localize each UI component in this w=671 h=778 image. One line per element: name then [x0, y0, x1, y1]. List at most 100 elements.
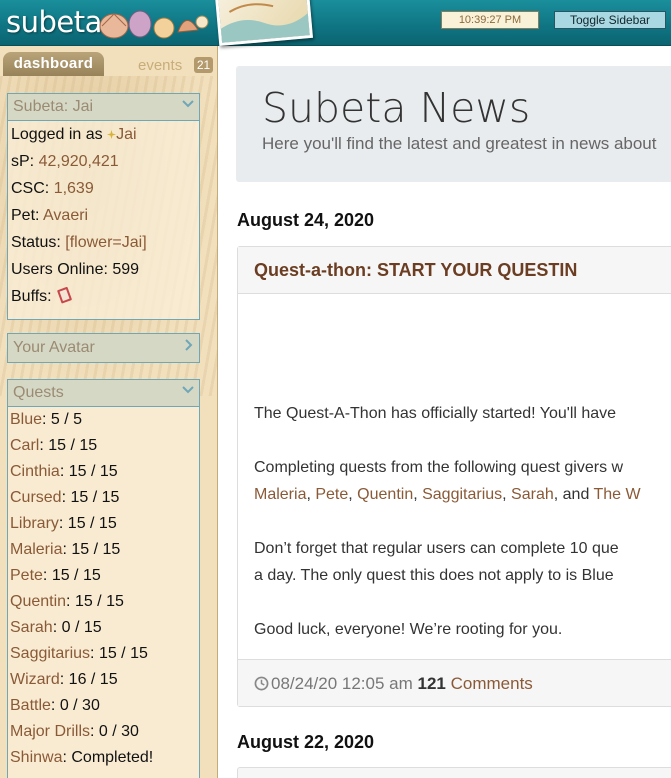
quest-progress: 5 / 5 [50, 411, 83, 428]
sp-row: sP: 42,920,421 [8, 148, 199, 175]
quest-separator: : [39, 437, 49, 454]
news-post [237, 767, 671, 778]
quest-progress: 15 / 15 [67, 515, 117, 532]
chevron-down-icon [182, 100, 194, 108]
quest-row: Library: 15 / 15 [8, 511, 199, 537]
avatar-panel-title: Your Avatar [13, 339, 95, 356]
quest-name-link[interactable]: Carl [10, 437, 39, 454]
quest-name-link[interactable]: Cinthia [10, 463, 60, 480]
quests-panel-header[interactable]: Quests [8, 380, 199, 407]
chevron-right-icon [185, 339, 193, 351]
quest-name-link[interactable]: Cursed [10, 489, 62, 506]
users-online-row: Users Online: 599 [8, 256, 199, 283]
quest-separator: : [50, 697, 60, 714]
quest-progress: 0 / 30 [59, 697, 100, 714]
quest-name-link[interactable]: Maleria [10, 541, 62, 558]
book-icon[interactable] [56, 286, 74, 304]
quest-progress: 15 / 15 [51, 567, 101, 584]
quest-row: Saggitarius: 15 / 15 [8, 641, 199, 667]
quest-separator: : [42, 411, 51, 428]
quest-link-saggitarius[interactable]: Saggitarius [422, 486, 502, 503]
quest-progress: 16 / 15 [68, 671, 118, 688]
post-paragraph: The Quest-A-Thon has officially started!… [254, 405, 617, 422]
quest-name-link[interactable]: Shinwa [10, 749, 62, 766]
events-count-badge: 21 [194, 57, 213, 73]
pet-link[interactable]: Avaeri [43, 207, 88, 224]
quest-progress: 15 / 15 [74, 593, 124, 610]
quest-name-link[interactable]: Major Drills [10, 723, 90, 740]
logged-in-row: Logged in as Jai [8, 121, 199, 148]
status-label: Status: [11, 234, 61, 251]
quest-separator: : [90, 645, 99, 662]
buffs-row: Buffs: [8, 283, 199, 310]
toggle-sidebar-button[interactable]: Toggle Sidebar [554, 11, 666, 29]
csc-label: CSC: [11, 180, 50, 197]
avatar-panel: Your Avatar [7, 333, 200, 363]
comment-count: 121 [417, 674, 446, 693]
page-subtitle: Here you'll find the latest and greatest… [262, 134, 657, 153]
main-content: Subeta News Here you'll find the latest … [218, 46, 671, 778]
news-banner: Subeta News Here you'll find the latest … [236, 66, 671, 182]
sp-label: sP: [11, 153, 35, 170]
quest-link-pete[interactable]: Pete [315, 486, 348, 503]
postcard-decoration [214, 0, 314, 47]
quest-link-maleria[interactable]: Maleria [254, 486, 306, 503]
server-clock: 10:39:27 PM [441, 11, 539, 29]
users-online-value: 599 [112, 261, 140, 278]
quest-progress: Completed! [71, 749, 154, 766]
quests-panel: Quests Blue: 5 / 5 Carl: 15 / 15 Cinthia: … [7, 379, 200, 778]
quest-progress: 0 / 15 [61, 619, 102, 636]
quest-row: Pete: 15 / 15 [8, 563, 199, 589]
quest-link-quentin[interactable]: Quentin [357, 486, 413, 503]
post-timestamp: 08/24/20 12:05 am [271, 674, 413, 693]
site-logo[interactable]: subeta [6, 4, 102, 40]
date-heading: August 22, 2020 [237, 732, 375, 752]
quest-name-link[interactable]: Wizard [10, 671, 60, 688]
tab-events[interactable]: events 21 [110, 54, 214, 76]
post-footer: 08/24/20 12:05 am 121 Comments [238, 659, 671, 706]
user-panel: Subeta: Jai Logged in as Jai sP: 42,920,… [7, 93, 200, 320]
quest-row: Cinthia: 15 / 15 [8, 459, 199, 485]
quest-name-link[interactable]: Battle [10, 697, 51, 714]
quest-separator: : [90, 723, 99, 740]
post-paragraph: Completing quests from the following que… [254, 459, 624, 476]
quest-separator: : [59, 463, 69, 480]
and-text: and [562, 486, 590, 503]
quest-name-link[interactable]: Pete [10, 567, 43, 584]
clock-icon [254, 676, 269, 691]
quest-name-link[interactable]: Quentin [10, 593, 66, 610]
quest-name-link[interactable]: Blue [10, 411, 42, 428]
tab-dashboard[interactable]: dashboard [3, 52, 104, 76]
post-title[interactable]: Quest-a-thon: START YOUR QUESTIN [238, 247, 671, 294]
quest-name-link[interactable]: Saggitarius [10, 645, 90, 662]
quest-link-wizard[interactable]: The W [594, 486, 641, 503]
csc-value[interactable]: 1,639 [54, 180, 94, 197]
post-paragraph: Good luck, everyone! We’re rooting for y… [254, 621, 563, 638]
status-value[interactable]: [flower=Jai] [65, 234, 146, 251]
quest-link-sarah[interactable]: Sarah [511, 486, 554, 503]
sparkle-icon [107, 130, 117, 139]
user-panel-header[interactable]: Subeta: Jai [8, 94, 199, 121]
quest-progress: 0 / 30 [98, 723, 139, 740]
quest-name-link[interactable]: Library [10, 515, 59, 532]
quest-progress: 15 / 15 [71, 541, 121, 558]
users-online-label: Users Online: [11, 261, 108, 278]
quest-row: Battle: 0 / 30 [8, 693, 199, 719]
logged-in-label: Logged in as [11, 126, 103, 143]
avatar-panel-header[interactable]: Your Avatar [8, 334, 199, 362]
quest-row: Maleria: 15 / 15 [8, 537, 199, 563]
sp-value[interactable]: 42,920,421 [39, 153, 119, 170]
username-link[interactable]: Jai [116, 126, 136, 143]
comments-link[interactable]: Comments [451, 674, 533, 693]
quest-separator: : [66, 593, 75, 610]
pet-label: Pet: [11, 207, 40, 224]
post-paragraph: a day. The only quest this does not appl… [254, 567, 614, 584]
chevron-down-icon [182, 386, 194, 394]
tab-events-label: events [138, 57, 183, 74]
quest-progress: 15 / 15 [48, 437, 98, 454]
quest-name-link[interactable]: Sarah [10, 619, 53, 636]
quest-row: Sarah: 0 / 15 [8, 615, 199, 641]
quest-row: Quentin: 15 / 15 [8, 589, 199, 615]
quest-progress: 15 / 15 [68, 463, 118, 480]
quest-separator: : [58, 515, 68, 532]
